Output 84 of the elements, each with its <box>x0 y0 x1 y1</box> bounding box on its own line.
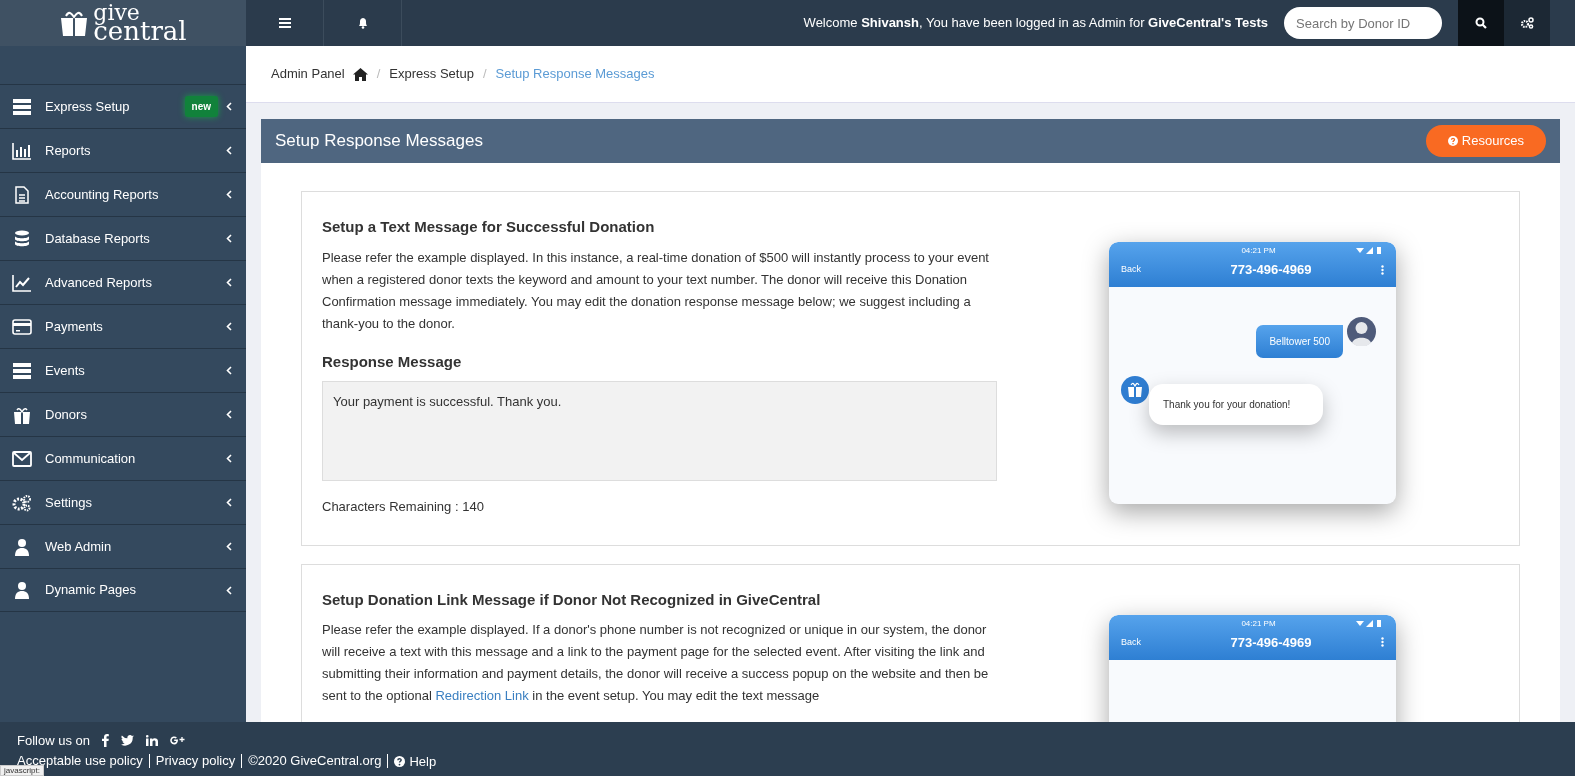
sidebar-item[interactable]: Dynamic Pages <box>0 568 246 612</box>
credit-card-icon <box>12 317 32 336</box>
sidebar-label: Reports <box>45 141 92 160</box>
sidebar-label: Payments <box>45 317 104 336</box>
twitter-icon[interactable] <box>121 735 134 747</box>
chevron-icon <box>226 542 232 551</box>
user-icon <box>12 537 32 556</box>
chevron-icon <box>226 190 232 199</box>
characters-remaining-text: Characters Remaining : 140 <box>322 498 485 516</box>
phone-time: 04:21 PM <box>1241 245 1276 257</box>
description-text: Please refer the example displayed. In this instance, a real-time donation of $500 will instantly process to your event when a registered donor texts the keyword and amount to your text number. The donor will receive this Donation Confirmation message immediately. You may edit the donation response message below; we suggest including a thank-you to the donor. <box>322 248 990 333</box>
more-icon <box>1381 637 1384 648</box>
new-label: new <box>184 96 218 117</box>
settings-icon <box>12 493 32 512</box>
panel-title: Setup Response Messages <box>275 130 483 153</box>
received-message-bubble: Thank you for your donation! <box>1149 384 1323 425</box>
search-button[interactable] <box>1458 0 1504 46</box>
footer-link[interactable]: ©2020 GiveCentral.org <box>248 754 389 769</box>
chevron-icon <box>226 498 232 507</box>
section-title: Setup Donation Link Message if Donor Not Recognized in GiveCentral <box>322 589 822 610</box>
help-icon <box>394 755 406 767</box>
chevron-icon <box>226 585 232 595</box>
sidebar-label: Communication <box>45 449 137 468</box>
chevron-icon <box>226 454 232 463</box>
more-icon <box>1381 264 1384 275</box>
sidebar-label: Donors <box>45 405 88 424</box>
sidebar-label: Settings <box>45 493 93 512</box>
follow-text: Follow us on <box>17 732 90 750</box>
chevron-icon <box>226 102 232 111</box>
chevron-icon <box>226 146 232 155</box>
phone-time: 04:21 PM <box>1241 617 1276 630</box>
chevron-icon <box>226 410 232 419</box>
welcome-text: Welcome Shivansh, You have been logged in as Admin for GiveCentral's Tests <box>803 14 1268 33</box>
sent-message-bubble: Belltower 500 <box>1256 325 1343 358</box>
breadcrumb-link[interactable]: Express Setup <box>389 64 474 84</box>
google-plus-icon[interactable] <box>170 735 185 747</box>
sidebar-label: Accounting Reports <box>45 185 160 204</box>
settings-button[interactable] <box>1504 0 1550 46</box>
phone-number: 773-496-4969 <box>1230 633 1312 652</box>
section-title: Setup a Text Message for Successful Donation <box>322 217 656 237</box>
breadcrumb-separator: / <box>376 65 381 84</box>
redirection-link[interactable]: Redirection Link <box>435 688 529 703</box>
sidebar-label: Dynamic Pages <box>45 581 138 600</box>
search-icon <box>1475 17 1487 29</box>
phone-number: 773-496-4969 <box>1230 261 1312 279</box>
status-tooltip: javascript: <box>0 765 44 776</box>
server-icon <box>12 97 32 116</box>
footer-link[interactable]: Help <box>394 751 437 771</box>
signal-icon <box>1356 247 1384 255</box>
sidebar-label: Web Admin <box>45 537 113 556</box>
field-label: Response Message <box>322 351 463 372</box>
sidebar-label: Database Reports <box>45 229 151 248</box>
avatar-icon <box>1347 317 1376 346</box>
response-message-field[interactable]: Your payment is successful. Thank you. <box>322 381 997 481</box>
gift-icon <box>12 405 32 424</box>
breadcrumb-link[interactable]: Admin Panel <box>271 64 345 84</box>
gift-avatar-icon <box>1121 376 1149 404</box>
chevron-icon <box>226 366 232 375</box>
gift-logo-icon <box>59 10 90 36</box>
footer-link[interactable]: Privacy policy <box>155 754 243 769</box>
facebook-icon[interactable] <box>102 734 109 748</box>
bell-icon[interactable] <box>356 17 369 29</box>
settings-icon <box>1520 17 1534 29</box>
bar-chart-icon <box>12 141 32 160</box>
chevron-icon <box>226 322 232 331</box>
description-text: Please refer the example displayed. If a donor's phone number is not recognized or unique in our system, the donor will receive a text with this message and a link to the payment page for the selected event. After visiting the link and submitting their information and payment details, the donor will receive a success popup on the website and then be sent to the optional Redirection Link in the event setup. You may edit the text message <box>322 621 990 705</box>
database-icon <box>12 229 32 248</box>
home-icon[interactable] <box>352 67 368 81</box>
envelope-icon <box>12 449 32 468</box>
chevron-icon <box>226 278 232 287</box>
question-icon <box>1447 136 1458 146</box>
search-field[interactable]: Search by Donor ID <box>1284 7 1442 39</box>
user-icon <box>12 581 32 599</box>
breadcrumb-separator: / <box>482 65 487 84</box>
sidebar-label: Express Setup <box>45 97 131 116</box>
server-icon <box>12 361 32 380</box>
signal-icon <box>1356 619 1384 628</box>
menu-icon[interactable] <box>278 18 291 28</box>
sidebar-label: Events <box>45 361 86 380</box>
line-chart-icon <box>12 273 32 292</box>
chevron-icon <box>226 234 232 243</box>
sidebar-label: Advanced Reports <box>45 273 153 292</box>
document-icon <box>12 185 32 204</box>
linkedin-icon[interactable] <box>146 735 158 747</box>
